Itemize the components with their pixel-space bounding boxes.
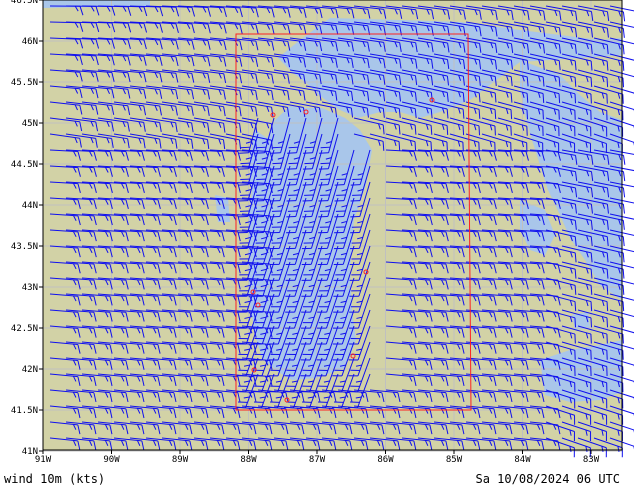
lon-tick-label: 86W [377,455,394,465]
lat-tick-label: 44N [22,201,38,211]
lon-tick-label: 91W [35,455,52,465]
lat-tick-label: 43.5N [11,242,38,252]
lon-tick-label: 88W [240,455,257,465]
lon-tick-label: 84W [514,455,531,465]
land-water-layer [43,0,622,450]
weather-map: 46.5N 46N 45.5N 45N 44.5N 44N 43.5N 43N 42.5N 42N… [11,0,634,465]
footer-valid-time: Sa 10/08/2024 06 UTC [475,472,621,486]
lat-tick-label: 44.5N [11,160,38,170]
lat-tick-label: 42N [22,365,38,375]
lat-tick-label: 46.5N [11,0,38,6]
lat-tick-label: 43N [22,283,38,293]
lon-tick-label: 83W [583,455,600,465]
lon-tick-label: 87W [309,455,326,465]
lon-tick-label: 89W [172,455,189,465]
lon-tick-label: 90W [103,455,120,465]
lat-tick-label: 42.5N [11,324,38,334]
lat-tick-label: 41.5N [11,406,38,416]
lat-tick-label: 45.5N [11,78,38,88]
lat-tick-label: 45N [22,119,38,129]
lat-tick-label: 46N [22,37,38,47]
footer-variable-label: wind 10m (kts) [4,472,106,486]
lon-tick-label: 85W [446,455,463,465]
